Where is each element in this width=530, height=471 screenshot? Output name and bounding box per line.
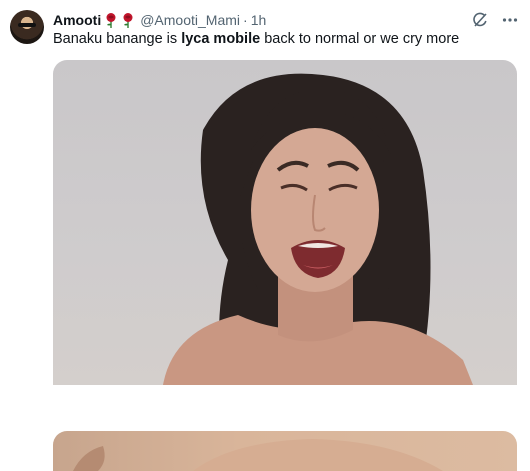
separator-dot: · [243, 12, 248, 28]
tweet-text: Banaku banange is lyca mobile back to no… [53, 31, 459, 47]
tweet-text-part: Banaku banange is [53, 31, 182, 47]
tweet-text-bold: lyca mobile [181, 31, 261, 47]
handle[interactable]: @Amooti_Mami [140, 12, 240, 28]
grok-icon[interactable] [470, 10, 490, 30]
rose-icon [104, 12, 118, 28]
more-icon[interactable] [500, 10, 520, 30]
second-image[interactable] [53, 431, 517, 471]
crying-woman-image[interactable] [53, 60, 517, 385]
tweet-text-part: back to normal or we cry more [260, 31, 460, 47]
avatar[interactable] [10, 10, 44, 44]
tweet-header: Amooti @Amooti_Mami · 1h [53, 11, 266, 29]
rose-icon [121, 12, 135, 28]
timestamp[interactable]: 1h [251, 12, 267, 28]
display-name[interactable]: Amooti [53, 12, 101, 28]
